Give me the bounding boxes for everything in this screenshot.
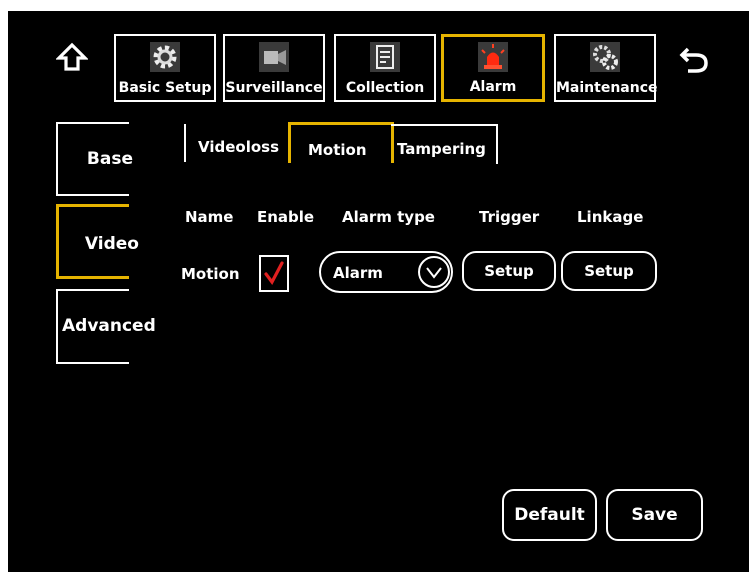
linkage-setup-button[interactable]: Setup xyxy=(561,251,657,291)
gear-icon xyxy=(150,42,180,76)
gears-icon xyxy=(590,42,620,76)
camera-icon xyxy=(259,42,289,76)
check-icon xyxy=(264,261,284,285)
alarm-type-value: Alarm xyxy=(333,264,383,282)
sidebar-item-label: Base xyxy=(86,149,133,169)
tab-label: Surveillance xyxy=(225,80,323,96)
subtab-videoloss[interactable]: Videoloss xyxy=(184,124,290,162)
sidebar-item-base[interactable]: Base xyxy=(56,122,133,196)
subtab-label: Motion xyxy=(308,141,367,159)
tab-collection[interactable]: Collection xyxy=(334,34,436,102)
default-button[interactable]: Default xyxy=(502,489,597,541)
siren-icon xyxy=(478,42,508,76)
tab-label: Alarm xyxy=(469,79,517,95)
header-name: Name xyxy=(185,208,234,226)
subtab-tampering[interactable]: Tampering xyxy=(391,124,498,164)
sidebar-item-video[interactable]: Video xyxy=(56,204,139,279)
back-icon[interactable] xyxy=(676,41,712,77)
tab-basic-setup[interactable]: Basic Setup xyxy=(114,34,216,102)
storage-icon xyxy=(370,42,400,76)
tab-label: Collection xyxy=(345,80,425,96)
trigger-setup-label: Setup xyxy=(484,262,534,280)
sidebar-item-label: Advanced xyxy=(62,316,156,336)
linkage-setup-label: Setup xyxy=(584,262,634,280)
tab-surveillance[interactable]: Surveillance xyxy=(223,34,325,102)
row-name: Motion xyxy=(181,265,240,283)
alarm-screen: Basic Setup Surveillance Collection Alar… xyxy=(8,11,749,572)
subtab-label: Tampering xyxy=(397,140,486,158)
tab-label: Basic Setup xyxy=(118,80,212,96)
tab-alarm[interactable]: Alarm xyxy=(441,34,545,102)
save-label: Save xyxy=(631,505,678,525)
home-icon[interactable] xyxy=(55,41,89,73)
enable-checkbox[interactable] xyxy=(259,255,289,292)
subtab-motion[interactable]: Motion xyxy=(288,122,394,163)
save-button[interactable]: Save xyxy=(606,489,703,541)
header-linkage: Linkage xyxy=(577,208,644,226)
header-enable: Enable xyxy=(257,208,315,226)
alarm-type-select[interactable]: Alarm xyxy=(319,251,453,293)
tab-maintenance[interactable]: Maintenance xyxy=(554,34,658,102)
tab-label: Maintenance xyxy=(556,80,658,96)
default-label: Default xyxy=(514,505,585,525)
sidebar-item-label: Video xyxy=(84,234,139,254)
header-alarm-type: Alarm type xyxy=(342,208,435,226)
chevron-down-icon xyxy=(417,255,451,289)
trigger-setup-button[interactable]: Setup xyxy=(462,251,556,291)
header-trigger: Trigger xyxy=(479,208,540,226)
sidebar-item-advanced[interactable]: Advanced xyxy=(56,289,156,364)
subtab-label: Videoloss xyxy=(198,138,280,156)
